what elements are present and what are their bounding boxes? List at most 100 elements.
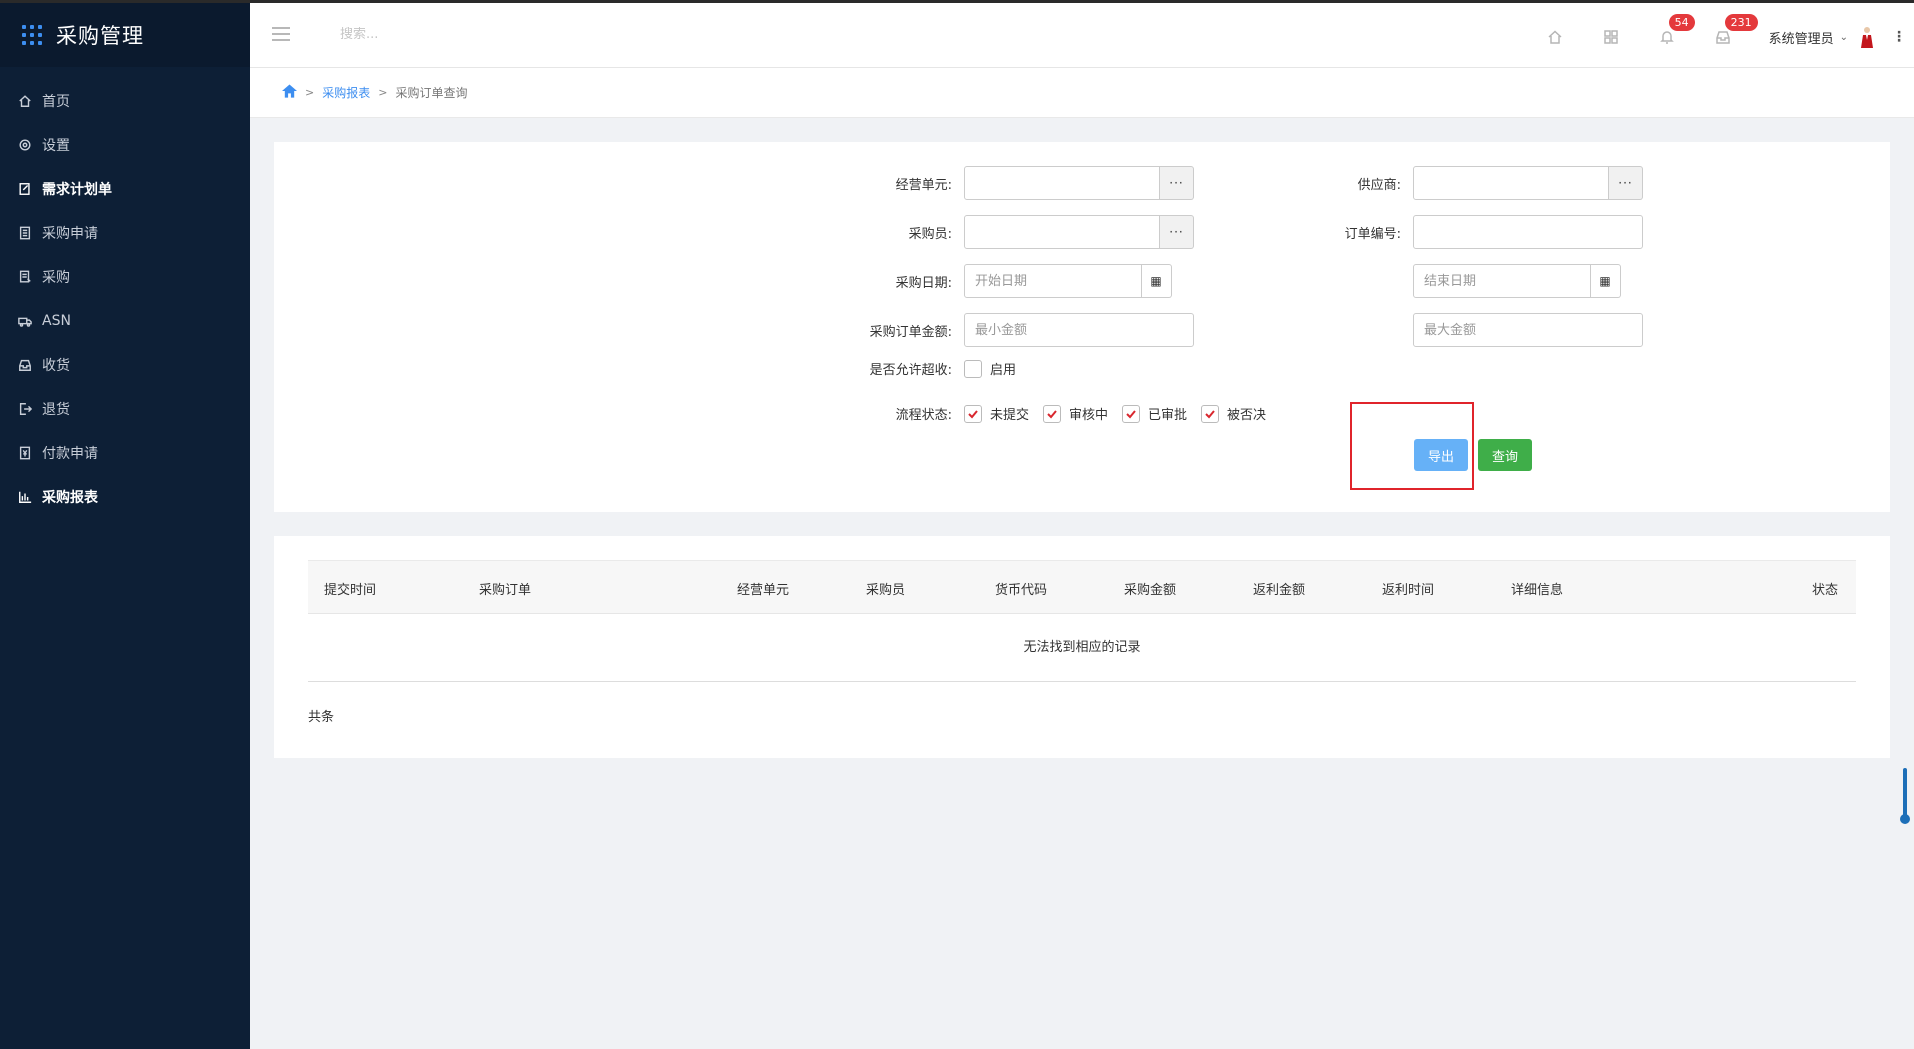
check-icon — [1126, 409, 1136, 418]
sidebar-item-return[interactable]: 退货 — [0, 387, 250, 431]
supplier-row: 供应商: ··· — [1303, 166, 1643, 200]
order-no-row: 订单编号: — [1303, 215, 1643, 249]
sidebar-item-label: 设置 — [42, 138, 70, 154]
list-doc-icon — [18, 270, 32, 284]
column-header[interactable]: 经营单元 — [737, 579, 789, 598]
sidebar-item-purchase[interactable]: 采购 — [0, 255, 250, 299]
column-header[interactable]: 采购员 — [866, 579, 905, 598]
column-header[interactable]: 采购金额 — [1124, 579, 1176, 598]
column-header[interactable]: 详细信息 — [1511, 579, 1563, 598]
column-header[interactable]: 返利金额 — [1253, 579, 1305, 598]
status-option-rejected[interactable]: 被否决 — [1201, 404, 1266, 423]
business-unit-lookup-button[interactable]: ··· — [1160, 166, 1194, 200]
status-option-label: 未提交 — [990, 408, 1030, 423]
apps-button[interactable] — [1583, 3, 1639, 71]
hamburger-menu-icon[interactable] — [272, 27, 290, 41]
over-receive-label: 是否允许超收: — [869, 363, 952, 378]
column-header[interactable]: 货币代码 — [995, 579, 1047, 598]
business-unit-input[interactable] — [964, 166, 1160, 200]
more-vertical-icon[interactable]: ⋮ — [1884, 29, 1914, 45]
sidebar-item-receive[interactable]: 收货 — [0, 343, 250, 387]
breadcrumb-home-icon[interactable] — [282, 84, 297, 101]
status-option-not-submitted[interactable]: 未提交 — [964, 404, 1029, 423]
sidebar-item-home[interactable]: 首页 — [0, 79, 250, 123]
end-date-row: ▦ — [1413, 264, 1621, 298]
sidebar-item-demand-plan[interactable]: 需求计划单 — [0, 167, 250, 211]
status-option-reviewing[interactable]: 审核中 — [1043, 404, 1108, 423]
sidebar-item-label: 付款申请 — [42, 446, 98, 462]
app-title: 采购管理 — [56, 24, 144, 48]
sidebar-item-label: 需求计划单 — [42, 182, 112, 198]
buyer-lookup-button[interactable]: ··· — [1160, 215, 1194, 249]
breadcrumb-current: 采购订单查询 — [395, 86, 468, 100]
notifications-button[interactable]: 54 — [1639, 3, 1695, 71]
document-icon — [18, 226, 32, 240]
status-option-label: 被否决 — [1227, 408, 1267, 423]
order-no-input[interactable] — [1413, 215, 1643, 249]
grid-icon — [1603, 30, 1618, 44]
check-icon — [968, 409, 978, 418]
truck-icon — [18, 314, 32, 328]
sidebar-item-asn[interactable]: ASN — [0, 299, 250, 343]
business-unit-row: 经营单元: ··· — [854, 166, 1194, 200]
sidebar-item-payment-request[interactable]: 付款申请 — [0, 431, 250, 475]
home-icon — [18, 94, 32, 108]
status-option-approved[interactable]: 已审批 — [1122, 404, 1187, 423]
user-name: 系统管理员 — [1768, 31, 1834, 47]
breadcrumb-link-report[interactable]: 采购报表 — [322, 84, 370, 101]
amount-row: 采购订单金额: — [854, 313, 1194, 347]
status-option-label: 审核中 — [1069, 408, 1109, 423]
calendar-icon[interactable]: ▦ — [1591, 264, 1621, 298]
sign-out-icon — [18, 402, 32, 416]
buyer-input[interactable] — [964, 215, 1160, 249]
status-option-label: 已审批 — [1148, 408, 1188, 423]
over-receive-option[interactable]: 启用 — [964, 359, 1016, 378]
column-header[interactable]: 提交时间 — [324, 579, 376, 598]
calendar-icon[interactable]: ▦ — [1142, 264, 1172, 298]
sidebar-item-purchase-request[interactable]: 采购申请 — [0, 211, 250, 255]
sidebar-item-label: 采购 — [42, 270, 70, 286]
over-receive-checkbox[interactable] — [964, 359, 982, 378]
column-header[interactable]: 状态 — [1812, 579, 1838, 598]
home-icon — [1548, 30, 1562, 44]
max-amount-input[interactable] — [1413, 313, 1643, 347]
max-amount-row — [1413, 313, 1643, 347]
over-receive-row: 是否允许超收: 启用 — [854, 359, 1030, 378]
chevron-down-icon: ⌄ — [1839, 31, 1848, 43]
amount-label: 采购订单金额: — [869, 324, 952, 340]
checkbox-checked[interactable] — [1201, 404, 1220, 423]
export-button[interactable]: 导出 — [1414, 439, 1468, 471]
search-input[interactable] — [340, 27, 540, 42]
checkbox-checked[interactable] — [964, 404, 982, 423]
scroll-indicator[interactable] — [1900, 768, 1910, 824]
column-header[interactable]: 返利时间 — [1382, 579, 1434, 598]
start-date-input[interactable] — [964, 264, 1142, 298]
user-menu[interactable]: 系统管理员 ⌄ — [1751, 26, 1884, 48]
supplier-lookup-button[interactable]: ··· — [1609, 166, 1643, 200]
bell-icon — [1659, 31, 1674, 44]
edit-doc-icon — [18, 182, 32, 196]
sidebar-item-settings[interactable]: 设置 — [0, 123, 250, 167]
order-no-label: 订单编号: — [1344, 226, 1401, 242]
inbox-icon — [18, 358, 32, 372]
filter-panel: 经营单元: ··· 供应商: ··· 采购员: ··· 订单编号: 采购日期: … — [274, 142, 1890, 512]
checkbox-checked[interactable] — [1043, 404, 1062, 423]
supplier-input[interactable] — [1413, 166, 1609, 200]
query-button[interactable]: 查询 — [1478, 439, 1532, 471]
checkbox-checked[interactable] — [1122, 404, 1141, 423]
sidebar-item-label: 收货 — [42, 358, 70, 374]
avatar — [1861, 27, 1873, 48]
date-label: 采购日期: — [895, 275, 952, 291]
topbar-actions: 54 231 系统管理员 ⌄ ⋮ — [1527, 3, 1914, 71]
min-amount-input[interactable] — [964, 313, 1194, 347]
gear-icon — [18, 138, 32, 152]
home-button[interactable] — [1527, 3, 1583, 71]
brand[interactable]: 采购管理 — [0, 3, 250, 67]
notifications-badge: 54 — [1668, 14, 1695, 31]
end-date-input[interactable] — [1413, 264, 1591, 298]
sidebar-item-purchase-report[interactable]: 采购报表 — [0, 475, 250, 519]
check-icon — [1047, 409, 1057, 418]
sidebar-item-label: 首页 — [42, 94, 70, 110]
messages-button[interactable]: 231 — [1695, 3, 1758, 71]
column-header[interactable]: 采购订单 — [479, 579, 531, 598]
